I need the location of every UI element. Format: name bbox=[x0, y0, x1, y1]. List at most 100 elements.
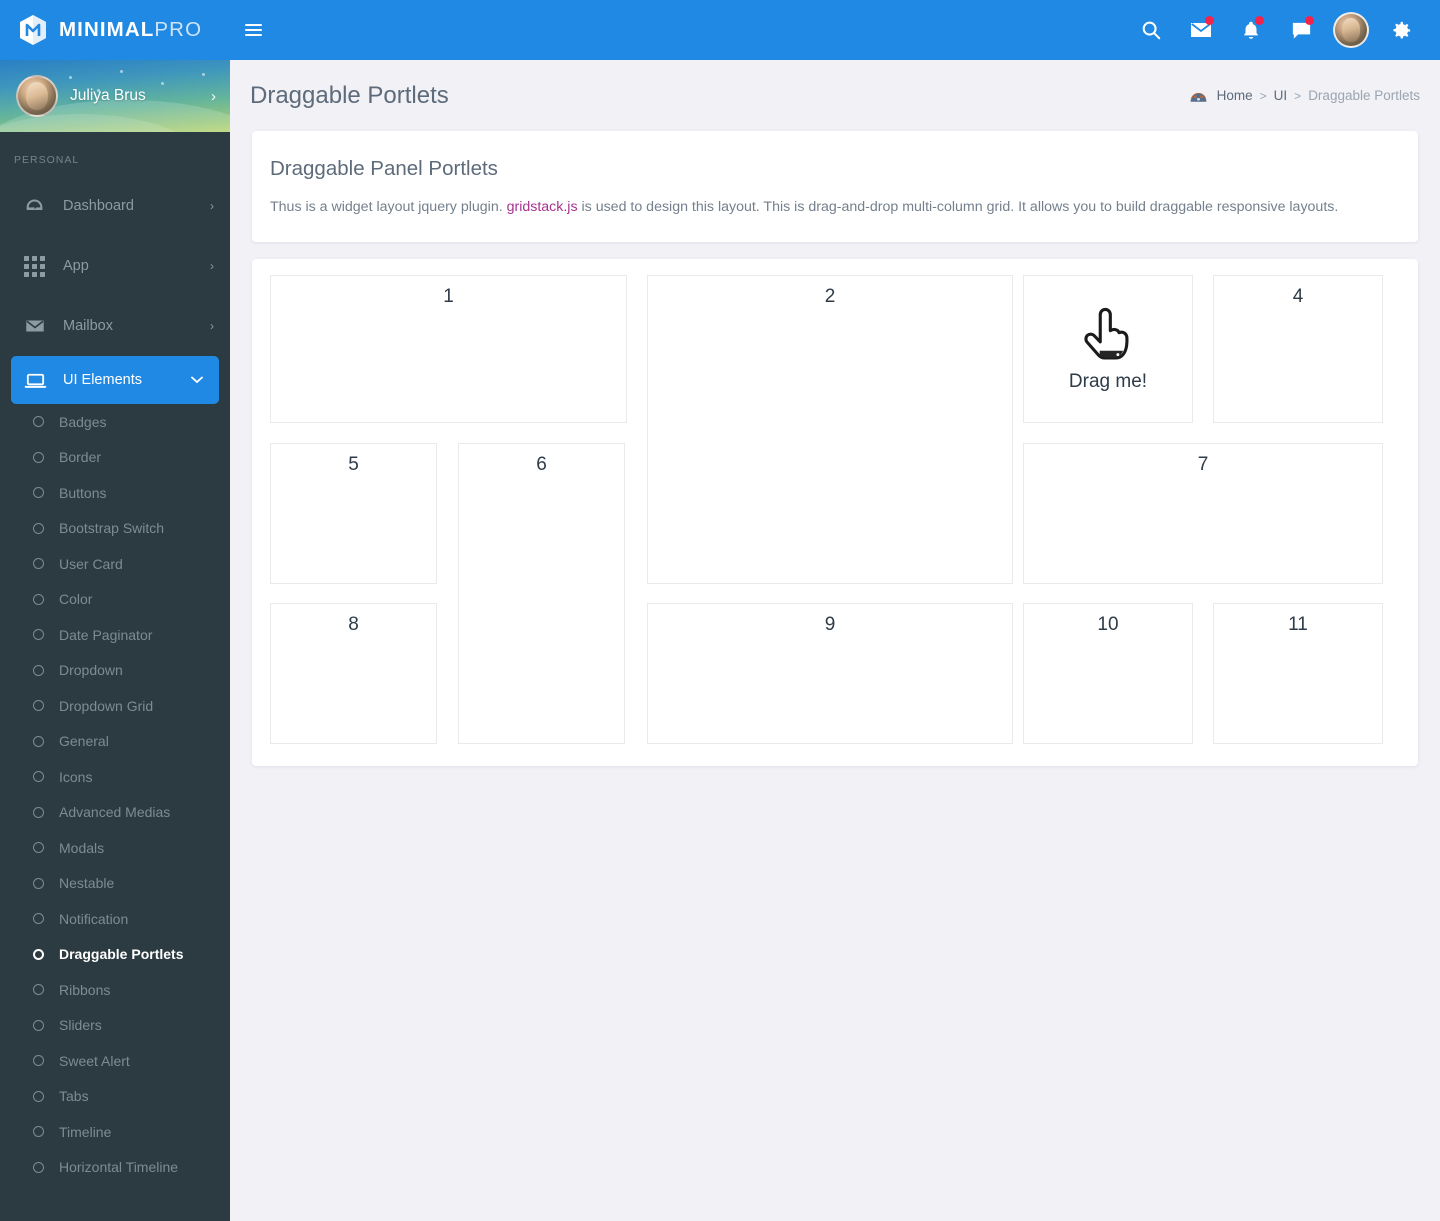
portlet-7[interactable]: 7 bbox=[1023, 442, 1383, 584]
bullet-circle-icon bbox=[33, 771, 44, 783]
portlet-6[interactable]: 6 bbox=[458, 442, 625, 744]
bell-icon[interactable] bbox=[1226, 0, 1276, 60]
sidebar-subitem-label: Ribbons bbox=[59, 981, 111, 998]
sidebar-item-dashboard[interactable]: Dashboard › bbox=[0, 176, 230, 236]
minimal-logo-icon bbox=[20, 15, 46, 45]
intro-card: Draggable Panel Portlets Thus is a widge… bbox=[252, 131, 1418, 242]
breadcrumb-item-home[interactable]: Home bbox=[1217, 88, 1253, 103]
sidebar-item-mailbox[interactable]: Mailbox › bbox=[0, 296, 230, 356]
bullet-circle-icon bbox=[33, 700, 44, 712]
gridstack-link[interactable]: gridstack.js bbox=[507, 199, 578, 215]
portlet-11[interactable]: 11 bbox=[1213, 602, 1383, 744]
breadcrumb-separator: > bbox=[1259, 88, 1267, 103]
sidebar-subitem-color[interactable]: Color bbox=[0, 582, 230, 618]
sidebar-subitem-label: Sweet Alert bbox=[59, 1052, 130, 1069]
portlet-number: 11 bbox=[1288, 613, 1308, 635]
envelope-icon bbox=[24, 315, 50, 337]
sidebar-subitem-notification[interactable]: Notification bbox=[0, 901, 230, 937]
pointing-hand-icon bbox=[1084, 307, 1129, 360]
sidebar-subitem-badges[interactable]: Badges bbox=[0, 404, 230, 440]
sidebar-subitems: Badges Border Buttons Bootstrap Switch User … bbox=[0, 404, 230, 1185]
portlet-4[interactable]: 4 bbox=[1213, 274, 1383, 423]
sidebar-profile[interactable]: Juliya Brus › bbox=[0, 60, 230, 132]
sidebar-subitem-icons[interactable]: Icons bbox=[0, 759, 230, 795]
sidebar-subitem-horizontal-timeline[interactable]: Horizontal Timeline bbox=[0, 1150, 230, 1186]
chat-icon[interactable] bbox=[1276, 0, 1326, 60]
sidebar-subitem-label: Icons bbox=[59, 768, 93, 785]
sidebar-subitem-timeline[interactable]: Timeline bbox=[0, 1114, 230, 1150]
sidebar-subitem-border[interactable]: Border bbox=[0, 440, 230, 476]
portlet-number: 5 bbox=[348, 453, 359, 475]
portlet-grid: 1 2 Drag me! 4 5 6 7 8 9 10 11 bbox=[270, 274, 1401, 746]
sidebar-subitem-ribbons[interactable]: Ribbons bbox=[0, 972, 230, 1008]
sidebar-subitem-buttons[interactable]: Buttons bbox=[0, 475, 230, 511]
bullet-circle-icon bbox=[33, 664, 44, 676]
sidebar-subitem-tabs[interactable]: Tabs bbox=[0, 1079, 230, 1115]
chevron-right-icon: › bbox=[211, 87, 216, 105]
sidebar-subitem-advanced-medias[interactable]: Advanced Medias bbox=[0, 795, 230, 831]
profile-avatar bbox=[16, 75, 58, 117]
grid-apps-icon bbox=[24, 255, 50, 277]
portlet-number: 8 bbox=[348, 613, 359, 635]
bullet-circle-icon bbox=[33, 1019, 44, 1031]
sidebar-subitem-modals[interactable]: Modals bbox=[0, 830, 230, 866]
bell-badge-dot bbox=[1255, 16, 1264, 25]
portlet-drag-me[interactable]: Drag me! bbox=[1023, 274, 1193, 423]
sidebar-subitem-nestable[interactable]: Nestable bbox=[0, 866, 230, 902]
breadcrumb-current: Draggable Portlets bbox=[1308, 88, 1420, 103]
brand-name: MINIMALPRO bbox=[59, 18, 202, 42]
sidebar-subitem-dropdown-grid[interactable]: Dropdown Grid bbox=[0, 688, 230, 724]
user-avatar[interactable] bbox=[1326, 0, 1376, 60]
portlet-8[interactable]: 8 bbox=[270, 602, 437, 744]
sidebar-subitem-label: User Card bbox=[59, 555, 123, 572]
sidebar-subitem-bootstrap-switch[interactable]: Bootstrap Switch bbox=[0, 511, 230, 547]
gear-icon[interactable] bbox=[1376, 0, 1426, 60]
sidebar-subitem-label: Timeline bbox=[59, 1123, 112, 1140]
sidebar-subitem-draggable-portlets[interactable]: Draggable Portlets bbox=[0, 937, 230, 973]
portlet-number: 7 bbox=[1197, 453, 1209, 475]
portlet-number: 9 bbox=[824, 613, 836, 635]
sidebar-subitem-dropdown[interactable]: Dropdown bbox=[0, 653, 230, 689]
sidebar-subitem-user-card[interactable]: User Card bbox=[0, 546, 230, 582]
sidebar-item-app[interactable]: App › bbox=[0, 236, 230, 296]
sidebar-subitem-sliders[interactable]: Sliders bbox=[0, 1008, 230, 1044]
sidebar-subitem-label: Dropdown bbox=[59, 662, 123, 679]
sidebar-subitem-label: Dropdown Grid bbox=[59, 697, 154, 714]
portlet-1[interactable]: 1 bbox=[270, 274, 627, 423]
sidebar-subitem-sweet-alert[interactable]: Sweet Alert bbox=[0, 1043, 230, 1079]
sidebar-section-label: PERSONAL bbox=[14, 154, 80, 166]
chevron-down-icon bbox=[191, 373, 203, 387]
brand-logo-area[interactable]: MINIMALPRO bbox=[0, 0, 230, 60]
intro-text: Thus is a widget layout jquery plugin. g… bbox=[270, 197, 1400, 218]
sidebar-item-label: UI Elements bbox=[63, 372, 142, 388]
sidebar-item-ui-elements[interactable]: UI Elements bbox=[11, 356, 219, 404]
laptop-icon bbox=[24, 369, 50, 392]
sidebar-subitem-general[interactable]: General bbox=[0, 724, 230, 760]
sidebar-subitem-label: Tabs bbox=[59, 1088, 89, 1105]
sidebar-subitem-label: Horizontal Timeline bbox=[59, 1159, 179, 1176]
mail-badge-dot bbox=[1205, 16, 1214, 25]
sidebar-item-label: App bbox=[63, 258, 89, 274]
sidebar-subitem-date-paginator[interactable]: Date Paginator bbox=[0, 617, 230, 653]
main-content: Draggable Portlets Home > UI > Draggable… bbox=[230, 60, 1440, 1221]
chevron-right-icon: › bbox=[210, 259, 214, 273]
portlet-10[interactable]: 10 bbox=[1023, 602, 1193, 744]
breadcrumb-item-ui[interactable]: UI bbox=[1274, 88, 1288, 103]
sidebar-subitem-label: Date Paginator bbox=[59, 626, 153, 643]
search-icon[interactable] bbox=[1126, 0, 1176, 60]
portlet-2[interactable]: 2 bbox=[647, 274, 1013, 584]
portlet-5[interactable]: 5 bbox=[270, 442, 437, 584]
page-header: Draggable Portlets Home > UI > Draggable… bbox=[230, 60, 1440, 131]
portlet-number: 2 bbox=[824, 285, 836, 307]
bullet-circle-icon bbox=[33, 558, 44, 570]
bullet-circle-icon bbox=[33, 593, 44, 605]
bullet-circle-icon bbox=[33, 913, 44, 925]
hamburger-icon[interactable] bbox=[230, 0, 276, 60]
page-title: Draggable Portlets bbox=[250, 81, 449, 109]
mail-icon[interactable] bbox=[1176, 0, 1226, 60]
sidebar-subitem-label: Bootstrap Switch bbox=[59, 520, 165, 537]
profile-name: Juliya Brus bbox=[70, 87, 146, 104]
sidebar-subitem-label: Color bbox=[59, 591, 93, 608]
portlet-9[interactable]: 9 bbox=[647, 602, 1013, 744]
bullet-circle-icon bbox=[33, 416, 44, 428]
